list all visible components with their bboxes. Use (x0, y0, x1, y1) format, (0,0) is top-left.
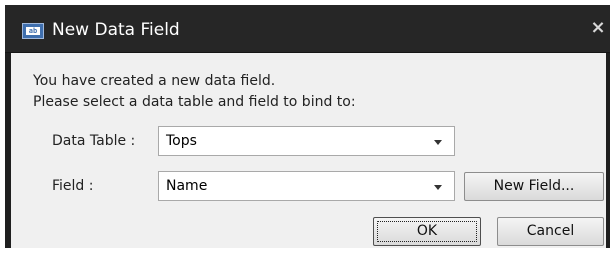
message-line-2: Please select a data table and field to … (33, 94, 356, 110)
chevron-down-icon[interactable] (434, 140, 442, 145)
close-icon[interactable]: × (589, 18, 607, 38)
app-icon-text: ab (26, 27, 40, 35)
data-table-value: Tops (166, 133, 197, 149)
app-icon: ab (22, 23, 44, 39)
ok-button-label: OK (416, 223, 438, 239)
chevron-down-icon[interactable] (434, 185, 442, 190)
new-field-button-label: New Field... (493, 178, 575, 194)
dialog-title: New Data Field (52, 20, 180, 40)
message-line-1: You have created a new data field. (33, 73, 276, 89)
cancel-button-label: Cancel (526, 223, 575, 239)
data-table-select[interactable]: Tops (158, 126, 455, 156)
new-field-button[interactable]: New Field... (464, 172, 604, 201)
cancel-button[interactable]: Cancel (497, 217, 604, 246)
field-select[interactable]: Name (158, 171, 455, 201)
title-bar[interactable]: ab New Data Field × (5, 5, 610, 53)
data-table-label: Data Table : (52, 133, 136, 149)
dialog-content: You have created a new data field. Pleas… (11, 53, 606, 248)
ok-button[interactable]: OK (373, 217, 481, 246)
field-value: Name (166, 178, 208, 194)
field-label: Field : (52, 178, 94, 194)
new-data-field-dialog: ab New Data Field × You have created a n… (5, 5, 610, 248)
